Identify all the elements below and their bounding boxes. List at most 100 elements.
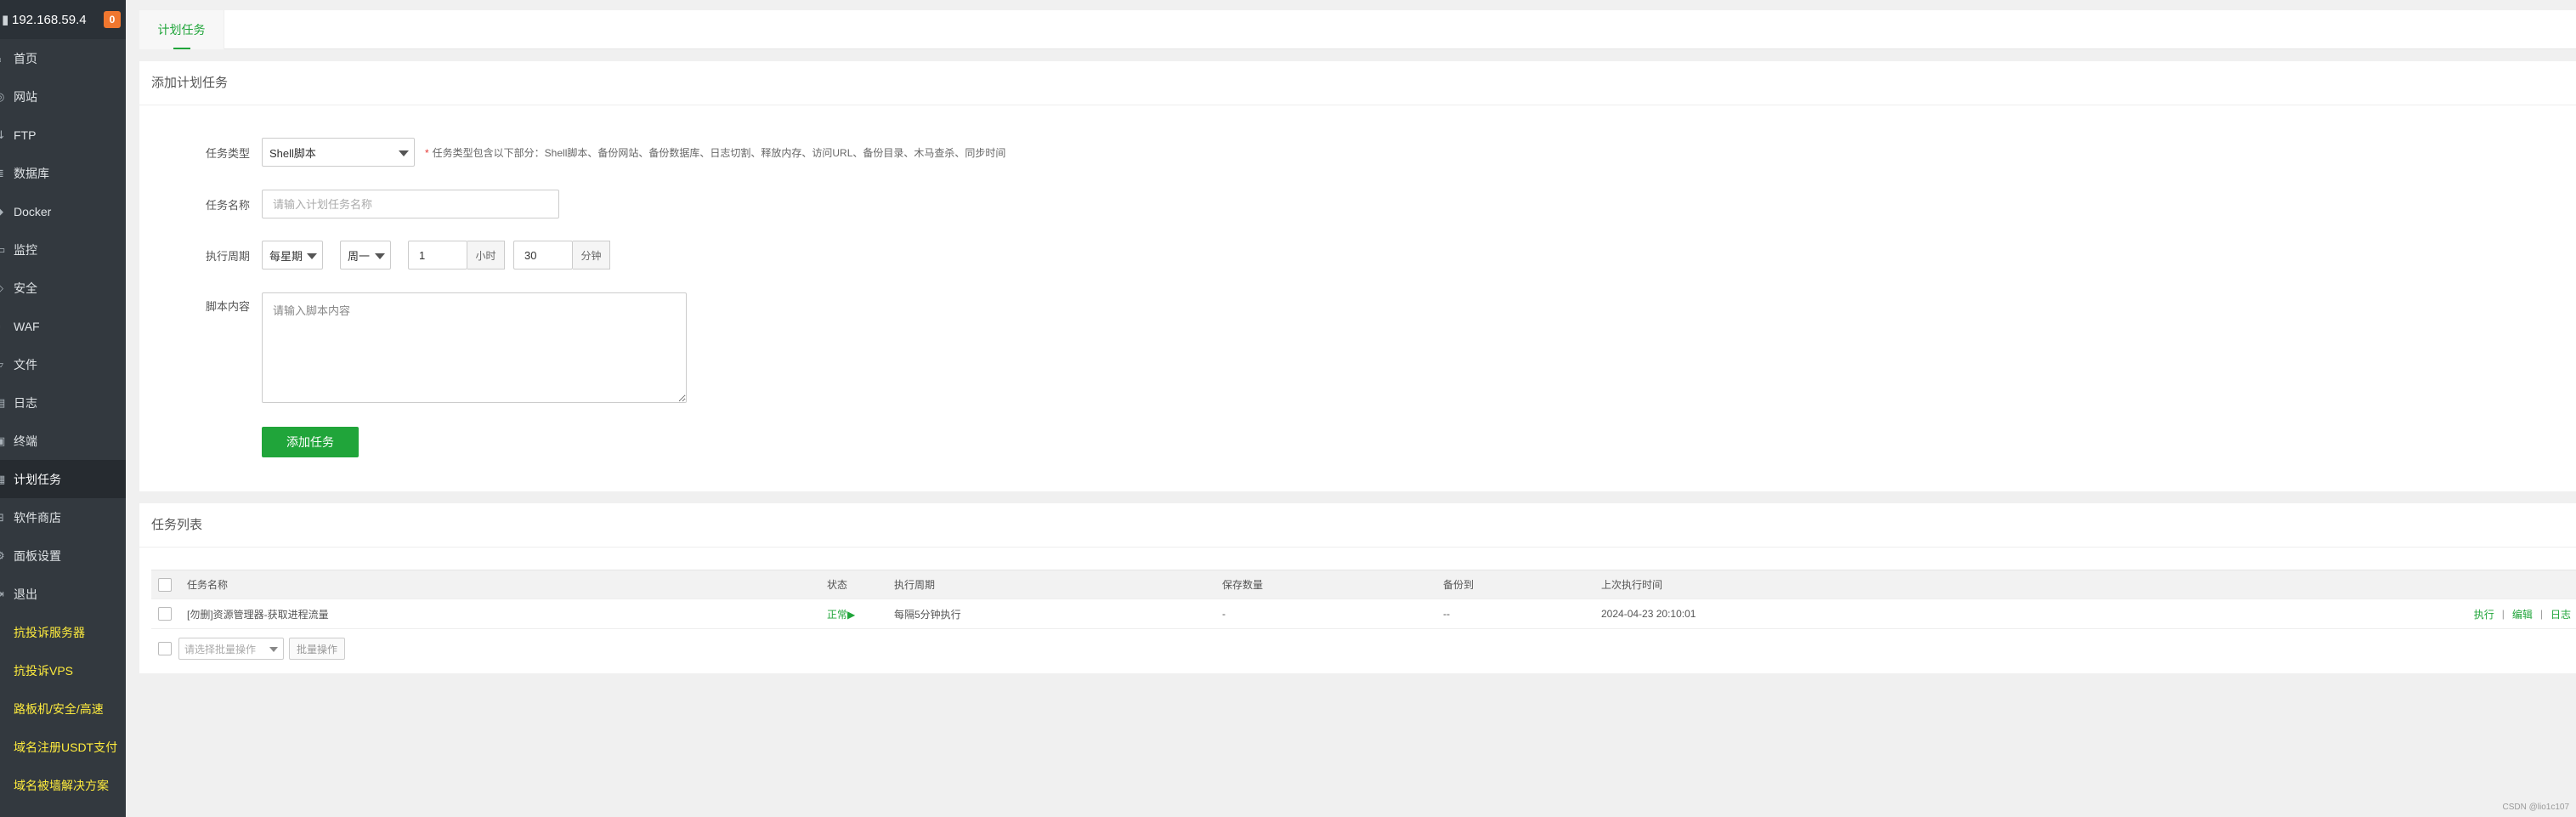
add-task-panel: 添加计划任务 任务类型 Shell脚本 * 任务类型包含以下部分：Shell脚本、…: [139, 61, 2576, 491]
sidebar-item-17[interactable]: ▪抗投诉VPS: [0, 651, 126, 689]
weekday-select[interactable]: 周一: [340, 241, 391, 269]
sidebar-item-2[interactable]: ◎网站: [0, 77, 126, 116]
sidebar-item-label: 终端: [14, 434, 37, 448]
add-task-button[interactable]: 添加任务: [262, 427, 359, 457]
vps-promo-icon: ▪: [0, 664, 12, 677]
task-name-label: 任务名称: [205, 198, 250, 212]
terminal-icon: ▣: [0, 434, 6, 447]
task-name-cell: [勿删]资源管理器-获取进程流量: [187, 608, 329, 621]
task-log-link[interactable]: 日志: [2551, 607, 2571, 621]
sidebar-item-18[interactable]: ▪路板机/安全/高速: [0, 689, 126, 728]
action-divider: |: [2501, 608, 2505, 620]
database-icon: ≣: [0, 167, 12, 180]
row-actions: 执行 | 编辑 | 日志: [2474, 599, 2571, 628]
sidebar-item-6[interactable]: ▭ 监控: [0, 230, 126, 269]
sidebar-item-label: 监控: [14, 242, 37, 257]
period-type-value: 每星期: [269, 249, 303, 263]
sidebar-item-label: 路板机/安全/高速: [14, 701, 104, 716]
table-header: 任务名称 状态 执行周期 保存数量 备份到 上次执行时间: [151, 570, 2576, 599]
server-header[interactable]: ▮ 192.168.59.4 0: [0, 0, 126, 39]
sidebar-item-label: 计划任务: [14, 472, 61, 486]
globe-icon: ◎: [0, 90, 12, 104]
task-type-row: 任务类型 Shell脚本 * 任务类型包含以下部分：Shell脚本、备份网站、备份…: [139, 138, 1159, 167]
batch-bar: 请选择批量操作 批量操作: [151, 638, 345, 660]
sidebar-item-3[interactable]: ⇅FTP: [0, 116, 126, 154]
period-label: 执行周期: [205, 249, 250, 263]
row-checkbox[interactable]: [158, 607, 172, 621]
shield-promo-icon: ▪: [0, 702, 12, 715]
task-name-row: 任务名称: [139, 190, 734, 218]
sidebar-item-4[interactable]: ≣数据库: [0, 154, 126, 192]
sidebar-item-label: 安全: [14, 281, 37, 295]
table-row: [勿删]资源管理器-获取进程流量 正常▶ 每隔5分钟执行 - -- 2024-0…: [151, 599, 2576, 629]
shield-icon: ◇: [0, 281, 12, 295]
task-type-label: 任务类型: [205, 146, 250, 160]
notification-badge[interactable]: 0: [104, 11, 121, 28]
sidebar-item-label: 日志: [14, 395, 37, 410]
sidebar-item-label: Docker: [14, 204, 52, 218]
col-save-count: 保存数量: [1222, 579, 1264, 591]
sidebar-item-8[interactable]: ◐WAF: [0, 307, 126, 345]
tab-cron[interactable]: 计划任务: [139, 10, 224, 49]
sidebar-item-label: 域名注册USDT支付: [14, 740, 118, 754]
task-name-input[interactable]: [262, 190, 559, 218]
sidebar-item-label: WAF: [14, 319, 40, 333]
batch-select-placeholder: 请选择批量操作: [184, 643, 257, 655]
sidebar-item-13[interactable]: ⊞软件商店: [0, 498, 126, 536]
task-status-cell[interactable]: 正常▶: [827, 599, 855, 628]
waf-icon: ◐: [0, 320, 12, 332]
server-ip: 192.168.59.4: [12, 12, 87, 27]
tab-active-indicator: [173, 48, 190, 49]
domain-promo-icon: ▪: [0, 740, 12, 753]
sidebar-nav: ⌂首页◎网站⇅FTP≣数据库◆Docker▭监控◇安全◐WAF▱文件▤日志▣终端…: [0, 39, 126, 804]
sidebar-item-label: 首页: [14, 51, 37, 65]
select-all-checkbox[interactable]: [158, 577, 172, 592]
run-task-link[interactable]: 执行: [2474, 607, 2494, 621]
sidebar-item-label: 数据库: [14, 166, 49, 180]
sidebar-item-15[interactable]: ⇥退出: [0, 575, 126, 613]
sidebar-item-label: 域名被墙解决方案: [14, 778, 109, 792]
batch-action-button[interactable]: 批量操作: [289, 638, 345, 660]
sidebar-item-11[interactable]: ▣ 终端: [0, 422, 126, 460]
sidebar-item-14[interactable]: ⚙面板设置: [0, 536, 126, 575]
sidebar-item-label: 软件商店: [14, 510, 61, 525]
task-type-hint: * 任务类型包含以下部分：Shell脚本、备份网站、备份数据库、日志切割、释放内存…: [425, 146, 1006, 159]
sidebar-item-7[interactable]: ◇安全: [0, 269, 126, 307]
sidebar-item-12[interactable]: ▦ 计划任务: [0, 460, 126, 498]
ftp-icon: ⇅: [0, 128, 12, 142]
task-type-select[interactable]: Shell脚本: [262, 138, 415, 167]
weekday-value: 周一: [348, 249, 371, 263]
batch-select[interactable]: 请选择批量操作: [178, 638, 284, 660]
add-task-title: 添加计划任务: [139, 61, 2576, 105]
sidebar-item-16[interactable]: ▪抗投诉服务器: [0, 613, 126, 651]
sidebar-item-1[interactable]: ⌂首页: [0, 39, 126, 77]
tab-cron-label: 计划任务: [157, 23, 206, 37]
hour-input[interactable]: [408, 241, 467, 269]
col-last-run: 上次执行时间: [1601, 579, 1663, 591]
task-type-value: Shell脚本: [269, 146, 316, 160]
sidebar-item-9[interactable]: ▱文件: [0, 345, 126, 383]
sidebar-item-19[interactable]: ▪域名注册USDT支付: [0, 728, 126, 766]
chevron-down-icon: [399, 150, 409, 156]
minute-input[interactable]: [513, 241, 573, 269]
col-period: 执行周期: [894, 579, 936, 591]
period-type-select[interactable]: 每星期: [262, 241, 323, 269]
batch-checkbox[interactable]: [158, 642, 172, 655]
col-backup-to: 备份到: [1443, 579, 1475, 591]
sidebar-item-20[interactable]: ▪域名被墙解决方案: [0, 766, 126, 804]
logout-icon: ⇥: [0, 587, 12, 601]
script-label: 脚本内容: [205, 300, 250, 313]
minute-unit: 分钟: [573, 241, 610, 269]
task-list-panel: 任务列表 任务名称 状态 执行周期 保存数量 备份到 上次执行时间 [勿删]资源…: [139, 503, 2576, 673]
task-last-run-cell: 2024-04-23 20:10:01: [1601, 608, 1696, 620]
script-textarea[interactable]: [262, 292, 687, 403]
action-divider: |: [2539, 608, 2543, 620]
sidebar-item-label: 抗投诉服务器: [14, 625, 85, 639]
edit-task-link[interactable]: 编辑: [2512, 607, 2533, 621]
sidebar-item-5[interactable]: ◆Docker: [0, 192, 126, 230]
task-table: 任务名称 状态 执行周期 保存数量 备份到 上次执行时间 [勿删]资源管理器-获…: [151, 570, 2576, 629]
task-list-title: 任务列表: [139, 503, 2576, 548]
server-icon: ▮: [2, 13, 9, 27]
sidebar-item-label: 面板设置: [14, 548, 61, 563]
sidebar-item-10[interactable]: ▤ 日志: [0, 383, 126, 422]
